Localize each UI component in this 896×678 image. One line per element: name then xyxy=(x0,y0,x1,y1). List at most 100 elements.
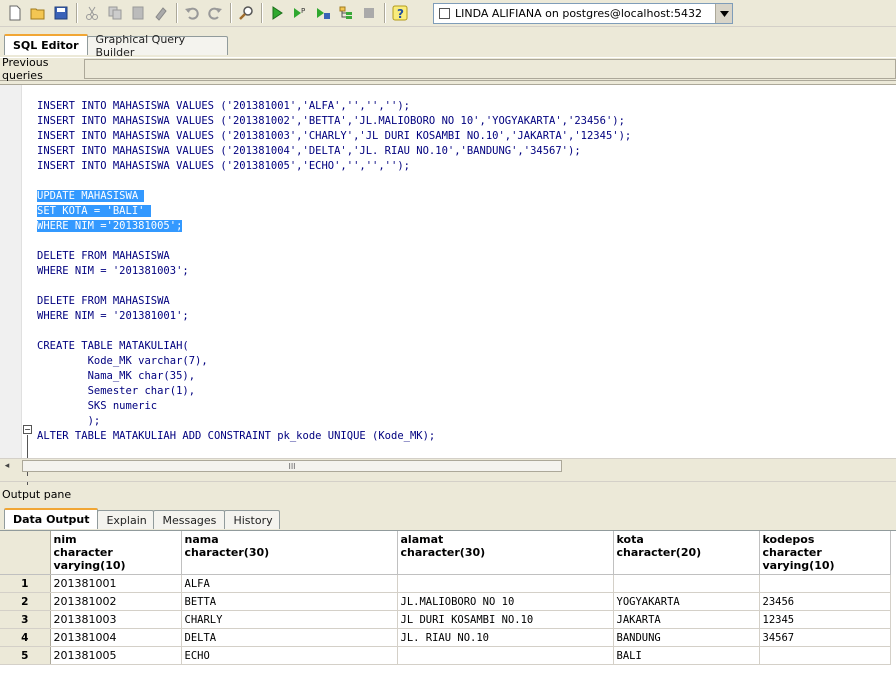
cell-kota[interactable]: YOGYAKARTA xyxy=(613,592,760,611)
execute-to-file-icon[interactable] xyxy=(312,2,334,24)
code-line[interactable]: Nama_MK char(35), xyxy=(37,369,631,384)
sql-editor[interactable]: INSERT INTO MAHASISWA VALUES ('201381001… xyxy=(0,84,896,503)
code-line[interactable] xyxy=(37,324,631,339)
code-line[interactable]: DELETE FROM MAHASISWA xyxy=(37,249,631,264)
editor-horizontal-scrollbar[interactable]: ◂ III xyxy=(0,458,896,472)
find-icon[interactable] xyxy=(235,2,257,24)
code-line[interactable]: SET KOTA = 'BALI' xyxy=(37,204,631,219)
code-line[interactable]: INSERT INTO MAHASISWA VALUES ('201381002… xyxy=(37,114,631,129)
copy-icon[interactable] xyxy=(104,2,126,24)
cell-alamat[interactable] xyxy=(397,646,614,665)
code-line[interactable]: ALTER TABLE MATAKULIAH ADD CONSTRAINT pk… xyxy=(37,429,631,444)
table-row[interactable]: 3 201381003 CHARLY JL DURI KOSAMBI NO.10 JAK… xyxy=(0,610,891,629)
cell-alamat[interactable]: JL DURI KOSAMBI NO.10 xyxy=(397,610,614,629)
cell-nama[interactable]: ECHO xyxy=(181,646,398,665)
table-row[interactable]: 5 201381005 ECHO BALI xyxy=(0,646,891,665)
connection-checkbox[interactable] xyxy=(439,8,450,19)
code-line[interactable]: UPDATE MAHASISWA xyxy=(37,189,631,204)
previous-queries-combo[interactable] xyxy=(84,59,896,79)
code-line[interactable] xyxy=(37,174,631,189)
column-header-kodepos[interactable]: kodepos character varying(10) xyxy=(759,531,891,575)
redo-icon[interactable] xyxy=(204,2,226,24)
execute-pgscript-icon[interactable]: P xyxy=(289,2,311,24)
save-icon[interactable] xyxy=(50,2,72,24)
code-line[interactable]: Kode_MK varchar(7), xyxy=(37,354,631,369)
column-header-alamat[interactable]: alamat character(30) xyxy=(397,531,614,575)
sql-code[interactable]: INSERT INTO MAHASISWA VALUES ('201381001… xyxy=(37,99,631,444)
cell-nama[interactable]: ALFA xyxy=(181,574,398,593)
cell-nim[interactable]: 201381003 xyxy=(50,610,182,629)
code-line[interactable]: CREATE TABLE MATAKULIAH( xyxy=(37,339,631,354)
code-line[interactable]: INSERT INTO MAHASISWA VALUES ('201381003… xyxy=(37,129,631,144)
cell-nim[interactable]: 201381001 xyxy=(50,574,182,593)
row-number[interactable]: 3 xyxy=(0,610,51,629)
paste-icon[interactable] xyxy=(127,2,149,24)
fold-toggle-icon[interactable]: − xyxy=(23,425,32,434)
explain-icon[interactable] xyxy=(335,2,357,24)
column-header-nama[interactable]: nama character(30) xyxy=(181,531,398,575)
execute-icon[interactable] xyxy=(266,2,288,24)
column-header-kota[interactable]: kota character(20) xyxy=(613,531,760,575)
cell-kota[interactable] xyxy=(613,574,760,593)
pane-splitter[interactable] xyxy=(0,476,896,482)
tab-graphical-query-builder[interactable]: Graphical Query Builder xyxy=(86,33,228,59)
table-row[interactable]: 1 201381001 ALFA xyxy=(0,574,891,593)
cell-alamat[interactable] xyxy=(397,574,614,593)
code-line[interactable]: WHERE NIM = '201381003'; xyxy=(37,264,631,279)
cell-alamat[interactable]: JL. RIAU NO.10 xyxy=(397,628,614,647)
row-number[interactable]: 1 xyxy=(0,574,51,593)
table-row[interactable]: 4 201381004 DELTA JL. RIAU NO.10 BANDUNG 3456… xyxy=(0,628,891,647)
editor-gutter xyxy=(0,85,22,458)
new-icon[interactable] xyxy=(4,2,26,24)
cell-kota[interactable]: BALI xyxy=(613,646,760,665)
undo-icon[interactable] xyxy=(181,2,203,24)
cell-nama[interactable]: DELTA xyxy=(181,628,398,647)
tab-explain[interactable]: Explain xyxy=(97,510,155,529)
row-number[interactable]: 5 xyxy=(0,646,51,665)
open-icon[interactable] xyxy=(27,2,49,24)
chevron-down-icon[interactable] xyxy=(715,4,732,23)
cell-kota[interactable]: BANDUNG xyxy=(613,628,760,647)
cell-kodepos[interactable]: 23456 xyxy=(759,592,891,611)
cell-kota[interactable]: JAKARTA xyxy=(613,610,760,629)
code-line[interactable]: INSERT INTO MAHASISWA VALUES ('201381004… xyxy=(37,144,631,159)
cell-alamat[interactable]: JL.MALIOBORO NO 10 xyxy=(397,592,614,611)
code-line[interactable] xyxy=(37,279,631,294)
code-line[interactable]: INSERT INTO MAHASISWA VALUES ('201381001… xyxy=(37,99,631,114)
cancel-icon[interactable] xyxy=(358,2,380,24)
cell-kodepos[interactable] xyxy=(759,574,891,593)
scroll-left-icon[interactable]: ◂ xyxy=(0,459,14,473)
cell-kodepos[interactable]: 34567 xyxy=(759,628,891,647)
column-header-nim[interactable]: nim character varying(10) xyxy=(50,531,182,575)
code-line[interactable] xyxy=(37,234,631,249)
code-line[interactable]: WHERE NIM ='201381005'; xyxy=(37,219,631,234)
cell-nama[interactable]: CHARLY xyxy=(181,610,398,629)
tab-messages[interactable]: Messages xyxy=(153,510,226,529)
row-number[interactable]: 4 xyxy=(0,628,51,647)
code-line[interactable]: Semester char(1), xyxy=(37,384,631,399)
tab-history[interactable]: History xyxy=(224,510,281,529)
grid-corner[interactable] xyxy=(0,531,51,575)
row-number[interactable]: 2 xyxy=(0,592,51,611)
scroll-thumb[interactable]: III xyxy=(22,460,562,472)
cell-nim[interactable]: 201381002 xyxy=(50,592,182,611)
code-line-text: WHERE NIM ='201381005'; xyxy=(37,220,183,232)
code-line[interactable]: ); xyxy=(37,414,631,429)
cut-icon[interactable] xyxy=(81,2,103,24)
code-line[interactable]: DELETE FROM MAHASISWA xyxy=(37,294,631,309)
code-line[interactable]: INSERT INTO MAHASISWA VALUES ('201381005… xyxy=(37,159,631,174)
table-row[interactable]: 2 201381002 BETTA JL.MALIOBORO NO 10 YOGYAKA… xyxy=(0,592,891,611)
help-icon[interactable]: ? xyxy=(389,2,411,24)
cell-kodepos[interactable] xyxy=(759,646,891,665)
tab-data-output[interactable]: Data Output xyxy=(4,508,99,529)
cell-nim[interactable]: 201381005 xyxy=(50,646,182,665)
cell-nama[interactable]: BETTA xyxy=(181,592,398,611)
code-line[interactable]: WHERE NIM = '201381001'; xyxy=(37,309,631,324)
tab-sql-editor[interactable]: SQL Editor xyxy=(4,34,88,55)
connection-select[interactable]: LINDA ALIFIANA on postgres@localhost:543… xyxy=(433,3,733,24)
column-name: kota xyxy=(616,533,644,546)
clear-icon[interactable] xyxy=(150,2,172,24)
cell-kodepos[interactable]: 12345 xyxy=(759,610,891,629)
cell-nim[interactable]: 201381004 xyxy=(50,628,182,647)
code-line[interactable]: SKS numeric xyxy=(37,399,631,414)
